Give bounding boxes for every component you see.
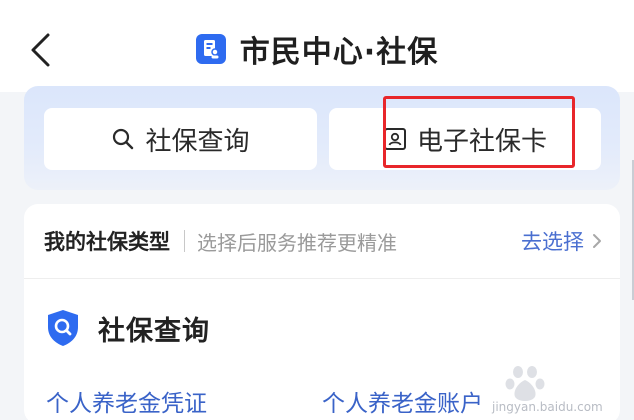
chevron-right-icon	[592, 233, 602, 249]
quick-action-label: 社保查询	[145, 126, 250, 157]
social-type-row[interactable]: 我的社保类型 选择后服务推荐更精准 去选择	[24, 204, 620, 278]
section-header: 社保查询	[46, 306, 210, 350]
divider	[184, 230, 185, 252]
watermark-text: jingyan.baidu.com	[492, 400, 603, 414]
social-type-hint: 选择后服务推荐更精准	[197, 230, 397, 255]
pension-certificate-link[interactable]: 个人养老金凭证	[46, 384, 207, 418]
highlight-box	[383, 96, 575, 168]
top-bar: 市民中心·社保	[0, 0, 634, 92]
choose-type-link[interactable]: 去选择	[521, 226, 602, 256]
title-bar: 市民中心·社保	[0, 28, 634, 70]
pension-account-link[interactable]: 个人养老金账户	[322, 384, 483, 418]
search-icon	[111, 127, 135, 151]
social-security-query-button[interactable]: 社保查询	[44, 108, 317, 170]
row-divider	[24, 278, 620, 279]
choose-type-label: 去选择	[521, 230, 584, 254]
citizen-center-icon	[195, 34, 226, 64]
shield-search-icon	[48, 310, 78, 346]
social-type-title: 我的社保类型	[44, 230, 170, 254]
page-title: 市民中心·社保	[239, 35, 439, 70]
section-title: 社保查询	[98, 315, 210, 347]
